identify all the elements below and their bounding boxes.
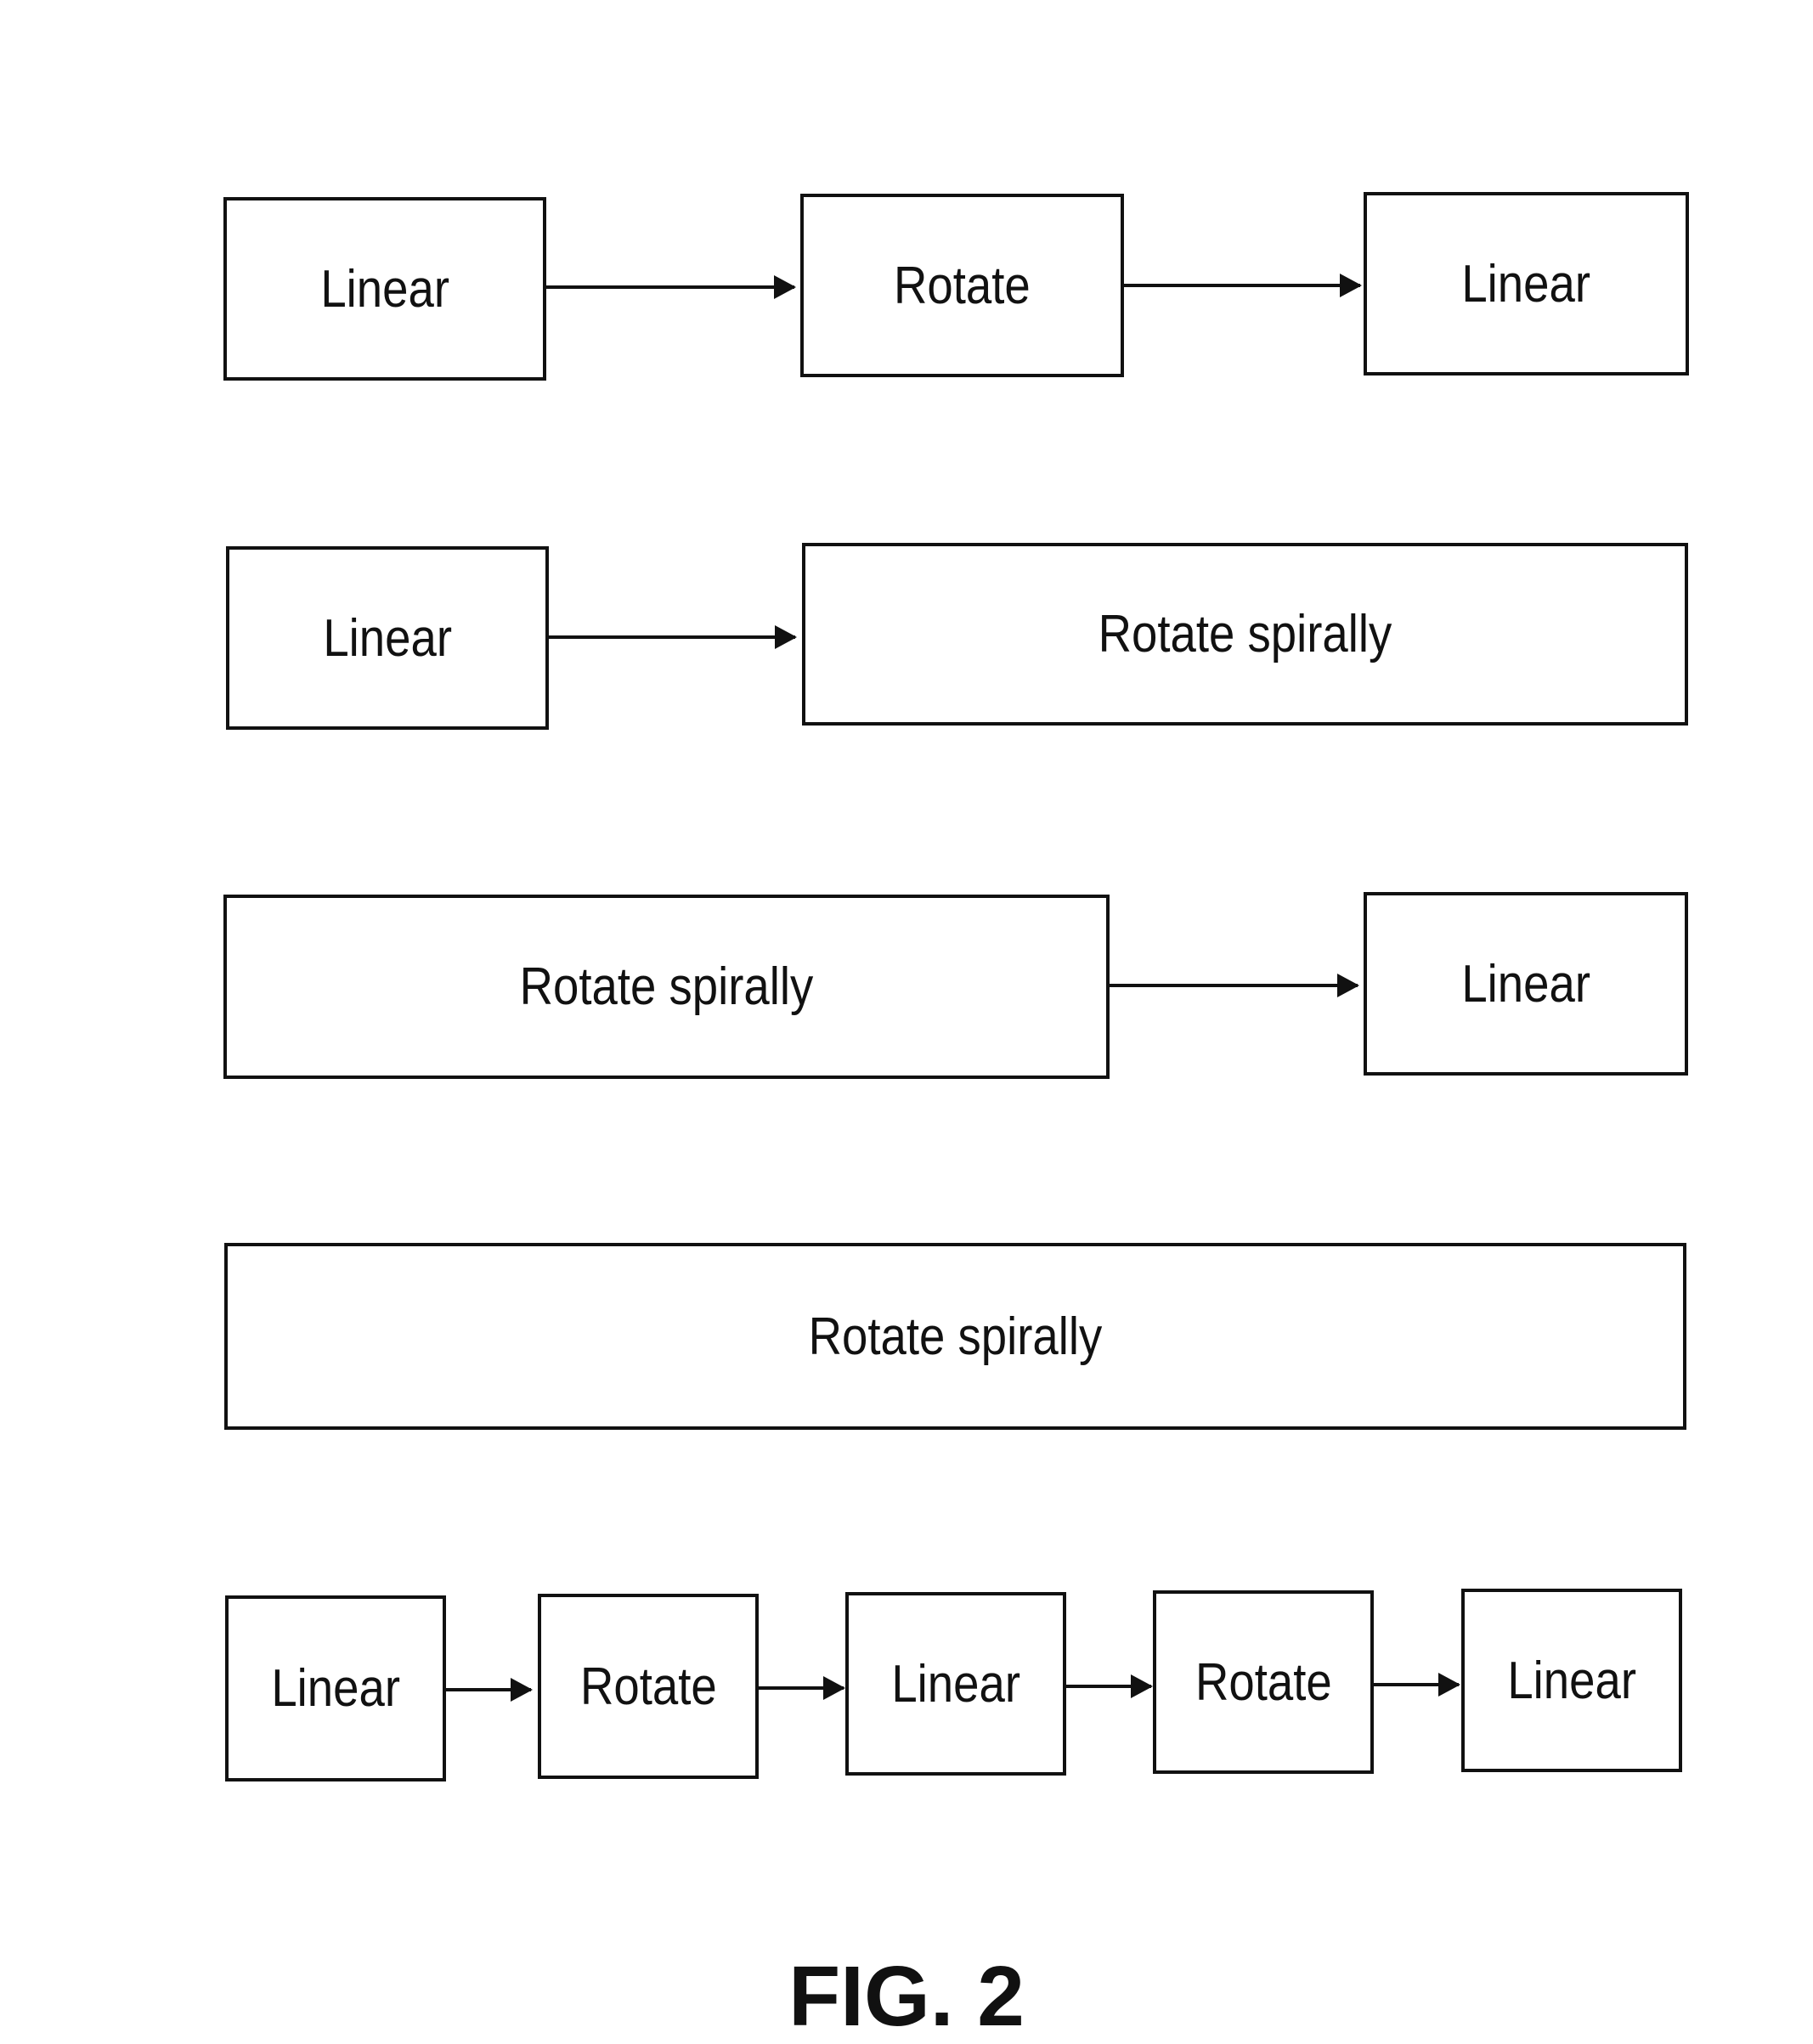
arrow-icon <box>1124 274 1362 297</box>
step-label: Rotate spirally <box>1098 605 1392 663</box>
row3-step1-box: Rotate spirally <box>223 895 1110 1079</box>
arrow-icon <box>1374 1673 1460 1697</box>
arrow-icon <box>1066 1674 1153 1698</box>
row2-step1-box: Linear <box>226 546 549 730</box>
row1-step1-box: Linear <box>223 197 546 381</box>
row1-step3-box: Linear <box>1364 192 1689 375</box>
step-label: Linear <box>271 1659 400 1718</box>
step-label: Rotate spirally <box>808 1307 1103 1366</box>
step-label: Linear <box>323 608 452 668</box>
row5-step1-box: Linear <box>225 1595 446 1781</box>
row5-step5-box: Linear <box>1461 1589 1682 1772</box>
row5-step4-box: Rotate <box>1153 1590 1374 1774</box>
arrow-icon <box>759 1676 845 1700</box>
row3-step2-box: Linear <box>1364 892 1688 1076</box>
row1-step2-box: Rotate <box>800 194 1124 377</box>
arrow-icon <box>549 625 797 649</box>
step-label: Linear <box>1461 254 1591 313</box>
row5-step3-box: Linear <box>845 1592 1066 1776</box>
step-label: Rotate spirally <box>519 957 814 1016</box>
step-label: Rotate <box>1195 1652 1332 1712</box>
step-label: Linear <box>891 1654 1020 1714</box>
arrow-icon <box>446 1678 533 1702</box>
step-label: Rotate <box>894 256 1031 315</box>
step-label: Linear <box>1507 1651 1636 1710</box>
arrow-icon <box>546 275 796 299</box>
row5-step2-box: Rotate <box>538 1594 759 1779</box>
step-label: Rotate <box>579 1657 717 1716</box>
figure-label: FIG. 2 <box>788 1949 1025 2044</box>
arrow-icon <box>1110 974 1359 997</box>
step-label: Linear <box>320 259 449 319</box>
step-label: Linear <box>1461 954 1590 1014</box>
row4-step1-box: Rotate spirally <box>224 1243 1686 1430</box>
row2-step2-box: Rotate spirally <box>802 543 1688 726</box>
